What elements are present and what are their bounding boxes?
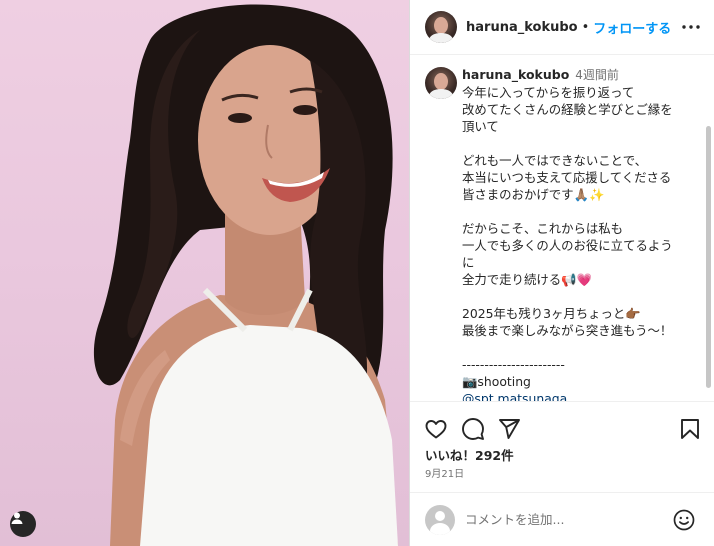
- photographer-mention-link[interactable]: @spt.matsunaga: [462, 390, 694, 401]
- comment-bar: [410, 492, 714, 546]
- caption-scrollbar[interactable]: [706, 126, 711, 388]
- comment-input[interactable]: [465, 512, 665, 527]
- post-header: haruna_kokubo • フォローする: [410, 0, 714, 55]
- caption-header: haruna_kokubo 4週間前: [462, 66, 694, 84]
- heart-icon[interactable]: [424, 417, 448, 441]
- author-avatar[interactable]: [425, 11, 457, 43]
- send-icon[interactable]: [497, 417, 521, 441]
- user-tag-icon[interactable]: [10, 511, 36, 537]
- author-username[interactable]: haruna_kokubo: [466, 20, 578, 35]
- more-horizontal-icon[interactable]: [681, 18, 701, 36]
- caption-username[interactable]: haruna_kokubo: [462, 67, 569, 82]
- portrait-illustration: [93, 4, 398, 546]
- post-date[interactable]: 9月21日: [425, 465, 464, 480]
- caption-body: haruna_kokubo 4週間前 今年に入ってからを振り返って 改めてたくさん…: [462, 66, 694, 401]
- bookmark-icon[interactable]: [678, 417, 702, 441]
- post-photo[interactable]: [0, 0, 409, 546]
- caption-time-ago: 4週間前: [575, 68, 619, 82]
- post-detail-panel: haruna_kokubo • フォローする haruna_kokubo 4週間前…: [409, 0, 714, 546]
- caption-author-avatar[interactable]: [425, 67, 457, 99]
- like-count[interactable]: いいね！292件: [425, 445, 514, 464]
- caption-row: haruna_kokubo 4週間前 今年に入ってからを振り返って 改めてたくさん…: [410, 56, 714, 401]
- caption-scroll-area[interactable]: haruna_kokubo 4週間前 今年に入ってからを振り返って 改めてたくさん…: [410, 56, 714, 401]
- header-separator: •: [581, 19, 590, 35]
- comment-icon[interactable]: [461, 417, 485, 441]
- caption-text: 今年に入ってからを振り返って 改めてたくさんの経験と学びとご縁を 頂いて どれも…: [462, 85, 673, 389]
- follow-button[interactable]: フォローする: [593, 18, 671, 37]
- smile-icon[interactable]: [673, 509, 695, 531]
- viewer-avatar: [425, 504, 455, 535]
